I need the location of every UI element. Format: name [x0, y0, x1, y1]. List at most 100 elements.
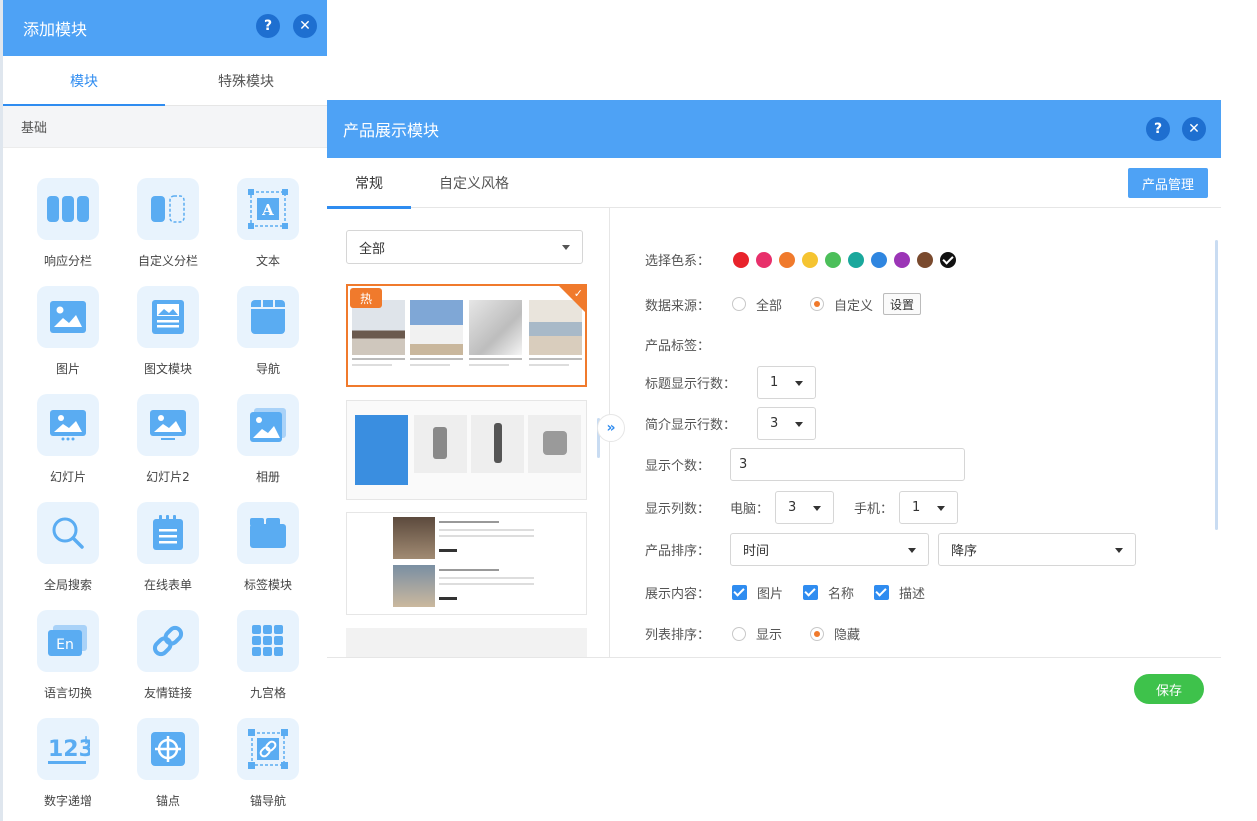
count-input[interactable]: 3: [730, 448, 965, 481]
module-item[interactable]: 图文模块: [118, 286, 218, 394]
module-item[interactable]: En 语言切换: [18, 610, 118, 718]
module-label: 数字递增: [43, 794, 92, 808]
module-item[interactable]: 在线表单: [118, 502, 218, 610]
custom-columns-icon: [137, 178, 199, 240]
tab-general[interactable]: 常规: [327, 158, 411, 209]
settings-scrollbar[interactable]: [1215, 240, 1218, 530]
module-item[interactable]: 响应分栏: [18, 178, 118, 286]
list-sort-radio-show[interactable]: [732, 626, 746, 641]
module-item[interactable]: 九宫格: [218, 610, 318, 718]
columns-label: 显示列数：: [645, 502, 711, 517]
close-icon[interactable]: ✕: [293, 14, 317, 38]
color-swatch[interactable]: [894, 251, 910, 268]
panel-title: 添加模块: [23, 20, 88, 39]
tab-special-modules[interactable]: 特殊模块: [165, 56, 327, 105]
template-thumbnail: [469, 300, 522, 355]
list-sort-label: 列表排序：: [645, 628, 711, 643]
save-button[interactable]: 保存: [1134, 674, 1204, 704]
source-settings-button[interactable]: 设置: [883, 293, 922, 315]
source-option-custom: 自定义: [834, 298, 874, 314]
color-swatch[interactable]: [848, 251, 864, 268]
chevron-down-icon: [795, 422, 803, 427]
module-grid: 响应分栏 自定义分栏 A 文本 图片 图文模块 导航 幻灯片 幻灯片2 相册 全…: [18, 178, 318, 821]
color-swatch[interactable]: [756, 251, 772, 268]
module-item[interactable]: A 文本: [218, 178, 318, 286]
chevron-down-icon: [1115, 548, 1123, 553]
form-icon: [137, 502, 199, 564]
color-swatch[interactable]: [802, 251, 818, 268]
module-item[interactable]: 全局搜索: [18, 502, 118, 610]
slideshow2-icon: [137, 394, 199, 456]
color-swatch[interactable]: [917, 251, 933, 268]
tab-modules[interactable]: 模块: [3, 56, 165, 106]
module-label: 幻灯片: [49, 470, 86, 484]
pc-columns-select[interactable]: 3: [775, 491, 835, 524]
template-thumbnail: [410, 300, 463, 355]
content-checkbox-image[interactable]: [732, 585, 747, 600]
module-label: 锚点: [155, 794, 180, 808]
module-item[interactable]: 锚导航: [218, 718, 318, 821]
module-label: 语言切换: [43, 686, 92, 700]
mobile-columns-select[interactable]: 1: [899, 491, 959, 524]
template-card-selected[interactable]: 热 ✓: [346, 284, 587, 387]
template-thumbnail: [393, 517, 435, 559]
template-card[interactable]: [346, 400, 587, 500]
module-item[interactable]: 图片: [18, 286, 118, 394]
color-swatch[interactable]: [825, 251, 841, 268]
title-lines-select[interactable]: 1: [757, 366, 816, 399]
module-item[interactable]: 123 + 数字递增: [18, 718, 118, 821]
module-item[interactable]: 导航: [218, 286, 318, 394]
content-checkbox-description[interactable]: [874, 585, 890, 600]
list-sort-radio-hide[interactable]: [810, 626, 825, 641]
module-label: 图文模块: [143, 362, 192, 376]
help-icon[interactable]: ?: [256, 14, 280, 38]
product-management-button[interactable]: 产品管理: [1128, 168, 1208, 198]
content-label: 展示内容：: [645, 587, 711, 602]
list-sort-option-hide: 隐藏: [834, 628, 861, 643]
count-row: 显示个数： 3: [645, 448, 965, 481]
color-swatch[interactable]: [733, 251, 749, 268]
module-label: 幻灯片2: [146, 470, 190, 484]
category-select[interactable]: 全部: [346, 230, 583, 264]
dialog-footer: 保存: [327, 657, 1221, 821]
help-icon[interactable]: ?: [1146, 117, 1170, 141]
color-swatch[interactable]: [940, 251, 956, 268]
source-radio-all[interactable]: [732, 297, 746, 311]
template-thumbnail: [352, 300, 405, 355]
template-card[interactable]: [346, 512, 587, 615]
chevron-down-icon: [795, 381, 803, 386]
title-lines-value: 1: [770, 375, 779, 390]
module-item[interactable]: 幻灯片: [18, 394, 118, 502]
source-row: 数据来源： 全部 自定义 设置: [645, 293, 922, 315]
source-option-all: 全部: [756, 298, 783, 314]
sort-label: 产品排序：: [645, 544, 711, 559]
text-icon: A: [237, 178, 299, 240]
module-item[interactable]: 幻灯片2: [118, 394, 218, 502]
module-item[interactable]: 自定义分栏: [118, 178, 218, 286]
source-radio-custom[interactable]: [810, 297, 825, 311]
pc-label: 电脑：: [730, 502, 770, 517]
source-label: 数据来源：: [645, 298, 711, 314]
intro-lines-select[interactable]: 3: [757, 407, 816, 440]
sort-field-select[interactable]: 时间: [730, 533, 929, 566]
module-label: 响应分栏: [43, 254, 92, 268]
album-icon: [237, 394, 299, 456]
title-lines-label: 标题显示行数：: [645, 377, 737, 392]
sort-row: 产品排序： 时间 降序: [645, 533, 1136, 566]
tab-custom-style[interactable]: 自定义风格: [411, 158, 537, 208]
template-card[interactable]: [346, 628, 587, 658]
module-item[interactable]: 标签模块: [218, 502, 318, 610]
color-swatch[interactable]: [779, 251, 795, 268]
expand-double-chevron-icon[interactable]: »: [597, 414, 625, 442]
module-item[interactable]: 友情链接: [118, 610, 218, 718]
module-item[interactable]: 锚点: [118, 718, 218, 821]
close-icon[interactable]: ✕: [1182, 117, 1206, 141]
dialog-header: 产品展示模块 ? ✕: [327, 100, 1221, 158]
module-label: 文本: [255, 254, 280, 268]
color-swatches: [733, 251, 963, 268]
module-item[interactable]: 相册: [218, 394, 318, 502]
module-label: 标签模块: [243, 578, 292, 592]
sort-order-select[interactable]: 降序: [938, 533, 1136, 566]
content-checkbox-name[interactable]: [803, 585, 819, 600]
color-swatch[interactable]: [871, 251, 887, 268]
